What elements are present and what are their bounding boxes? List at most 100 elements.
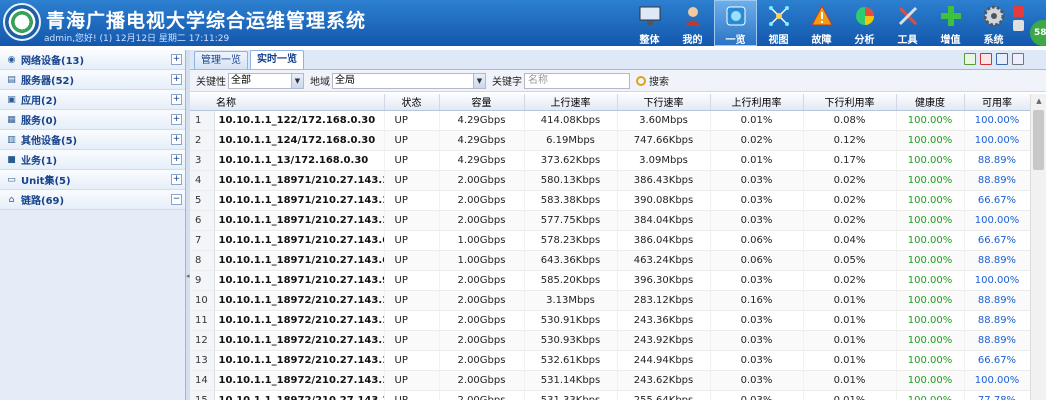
link-status: UP	[384, 250, 440, 271]
link-status: UP	[384, 290, 440, 311]
link-status: UP	[384, 370, 440, 391]
help-icon[interactable]	[1013, 20, 1024, 31]
pie-chart-icon	[853, 4, 877, 27]
download-rate: 463.24Kbps	[617, 250, 711, 271]
health-value: 100.00%	[896, 310, 965, 331]
toolbar-fault[interactable]: 故障	[800, 0, 843, 46]
link-status: UP	[384, 390, 440, 400]
link-name: 10.10.1.1_18972/210.27.143.115_13	[214, 350, 385, 371]
link-status: UP	[384, 270, 440, 291]
region-select[interactable]: 全局 ▼	[332, 72, 486, 89]
expand-toggle[interactable]: +	[171, 114, 182, 125]
excel-export-icon[interactable]	[964, 53, 976, 65]
upload-utilization: 0.03%	[710, 270, 804, 291]
upload-utilization: 0.03%	[710, 330, 804, 351]
table-row[interactable]: 1210.10.1.1_18972/210.27.143.114_13UP2.0…	[190, 330, 1031, 351]
sidebar-item-other-devices[interactable]: ▥ 其他设备(5) +	[0, 130, 185, 150]
scroll-thumb[interactable]	[1033, 110, 1044, 170]
health-value: 100.00%	[896, 250, 965, 271]
health-value: 100.00%	[896, 210, 965, 231]
column-header-download-utilization[interactable]: 下行利用率	[803, 94, 897, 111]
table-row[interactable]: 610.10.1.1_18971/210.27.143.153_11UP2.00…	[190, 210, 1031, 231]
table-row[interactable]: 410.10.1.1_18971/210.27.143.112_13UP2.00…	[190, 170, 1031, 191]
expand-toggle[interactable]: +	[171, 54, 182, 65]
toolbar-overview[interactable]: 一览	[714, 0, 757, 46]
toolbar-label: 增值	[940, 35, 961, 46]
upload-utilization: 0.03%	[710, 310, 804, 331]
toolbar-system[interactable]: 系统	[972, 0, 1015, 46]
table-row[interactable]: 1410.10.1.1_18972/210.27.143.116_13UP2.0…	[190, 370, 1031, 391]
column-header-download-rate[interactable]: 下行速率	[617, 94, 711, 111]
table-row[interactable]: 1310.10.1.1_18972/210.27.143.115_13UP2.0…	[190, 350, 1031, 371]
lock-icon[interactable]	[1013, 6, 1024, 17]
expand-toggle[interactable]: +	[171, 154, 182, 165]
toolbar-view[interactable]: 视图	[757, 0, 800, 46]
column-header-upload-rate[interactable]: 上行速率	[524, 94, 618, 111]
word-export-icon[interactable]	[996, 53, 1008, 65]
toolbar-value-added[interactable]: 增值	[929, 0, 972, 46]
tab-realtime-overview[interactable]: 实时一览	[250, 50, 304, 69]
sidebar-item-business[interactable]: ■ 业务(1) +	[0, 150, 185, 170]
table-row[interactable]: 710.10.1.1_18971/210.27.143.60_11UP1.00G…	[190, 230, 1031, 251]
table-row[interactable]: 1510.10.1.1_18972/210.27.143.118_13UP2.0…	[190, 390, 1031, 400]
scroll-up-icon[interactable]: ▲	[1031, 94, 1046, 108]
criticality-select[interactable]: 全部 ▼	[228, 72, 304, 89]
health-value: 100.00%	[896, 170, 965, 191]
print-icon[interactable]	[1012, 53, 1024, 65]
collapse-toggle[interactable]: −	[171, 194, 182, 205]
collapse-arrow-icon[interactable]: ◂	[186, 272, 190, 280]
toolbar-analysis[interactable]: 分析	[843, 0, 886, 46]
sidebar-item-applications[interactable]: ▣ 应用(2) +	[0, 90, 185, 110]
expand-toggle[interactable]: +	[171, 174, 182, 185]
sidebar-item-unit-sets[interactable]: ▭ Unit集(5) +	[0, 170, 185, 190]
upload-utilization: 0.16%	[710, 290, 804, 311]
download-utilization: 0.01%	[803, 290, 897, 311]
table-row[interactable]: 910.10.1.1_18971/210.27.143.92_13UP2.00G…	[190, 270, 1031, 291]
expand-toggle[interactable]: +	[171, 134, 182, 145]
notification-badge[interactable]: 58	[1030, 20, 1046, 46]
link-capacity: 2.00Gbps	[439, 390, 525, 400]
column-header-name[interactable]: 名称	[190, 94, 385, 111]
main-panel: 管理一览 实时一览 关键性 全部 ▼ 地域 全局 ▼ 关键字 搜索	[190, 50, 1046, 400]
sidebar-item-links[interactable]: ⌂ 链路(69) −	[0, 190, 185, 210]
row-number: 2	[190, 130, 215, 151]
toolbar-mine[interactable]: 我的	[671, 0, 714, 46]
toolbar-overall[interactable]: 整体	[628, 0, 671, 46]
table-row[interactable]: 2 10.10.1.1_124/172.168.0.30 UP 4.29Gbps 6.1…	[190, 130, 1031, 151]
keyword-input[interactable]	[524, 72, 630, 89]
search-button[interactable]: 搜索	[636, 73, 669, 88]
expand-toggle[interactable]: +	[171, 94, 182, 105]
toolbar-tools[interactable]: 工具	[886, 0, 929, 46]
table-row[interactable]: 1010.10.1.1_18972/210.27.143.101_2UP2.00…	[190, 290, 1031, 311]
availability-value: 66.67%	[964, 230, 1031, 251]
system-title: 青海广播电视大学综合运维管理系统	[46, 10, 367, 32]
tab-management-overview[interactable]: 管理一览	[194, 51, 248, 69]
column-header-availability[interactable]: 可用率	[964, 94, 1031, 111]
vertical-scrollbar[interactable]: ▲	[1030, 94, 1046, 400]
table-row[interactable]: 810.10.1.1_18971/210.27.143.68_11UP1.00G…	[190, 250, 1031, 271]
upload-rate: 580.13Kbps	[524, 170, 618, 191]
expand-toggle[interactable]: +	[171, 74, 182, 85]
sidebar-item-servers[interactable]: ▤ 服务器(52) +	[0, 70, 185, 90]
download-utilization: 0.01%	[803, 350, 897, 371]
criticality-value: 全部	[231, 74, 251, 86]
user-info: admin,您好! (1) 12月12日 星期二 17:11:29	[44, 34, 230, 44]
link-name: 10.10.1.1_18971/210.27.143.112_13	[214, 170, 385, 191]
column-header-health[interactable]: 健康度	[896, 94, 965, 111]
column-header-status[interactable]: 状态	[384, 94, 440, 111]
table-row[interactable]: 510.10.1.1_18971/210.27.143.119_13UP2.00…	[190, 190, 1031, 211]
health-value: 100.00%	[896, 370, 965, 391]
column-header-capacity[interactable]: 容量	[439, 94, 525, 111]
download-rate: 3.60Mbps	[617, 110, 711, 131]
table-row[interactable]: 1110.10.1.1_18972/210.27.143.113_13UP2.0…	[190, 310, 1031, 331]
table-row[interactable]: 3 10.10.1.1_13/172.168.0.30 UP 4.29Gbps 373.…	[190, 150, 1031, 171]
sidebar-item-services[interactable]: ▦ 服务(0) +	[0, 110, 185, 130]
upload-utilization: 0.02%	[710, 130, 804, 151]
pdf-export-icon[interactable]	[980, 53, 992, 65]
row-number: 3	[190, 150, 215, 171]
sidebar-item-network-devices[interactable]: ◉ 网络设备(13) +	[0, 50, 185, 70]
sidebar-item-label: Unit集(5)	[21, 176, 71, 187]
table-row[interactable]: 1 10.10.1.1_122/172.168.0.30 UP 4.29Gbps 414…	[190, 110, 1031, 131]
column-header-upload-utilization[interactable]: 上行利用率	[710, 94, 804, 111]
health-value: 100.00%	[896, 390, 965, 400]
